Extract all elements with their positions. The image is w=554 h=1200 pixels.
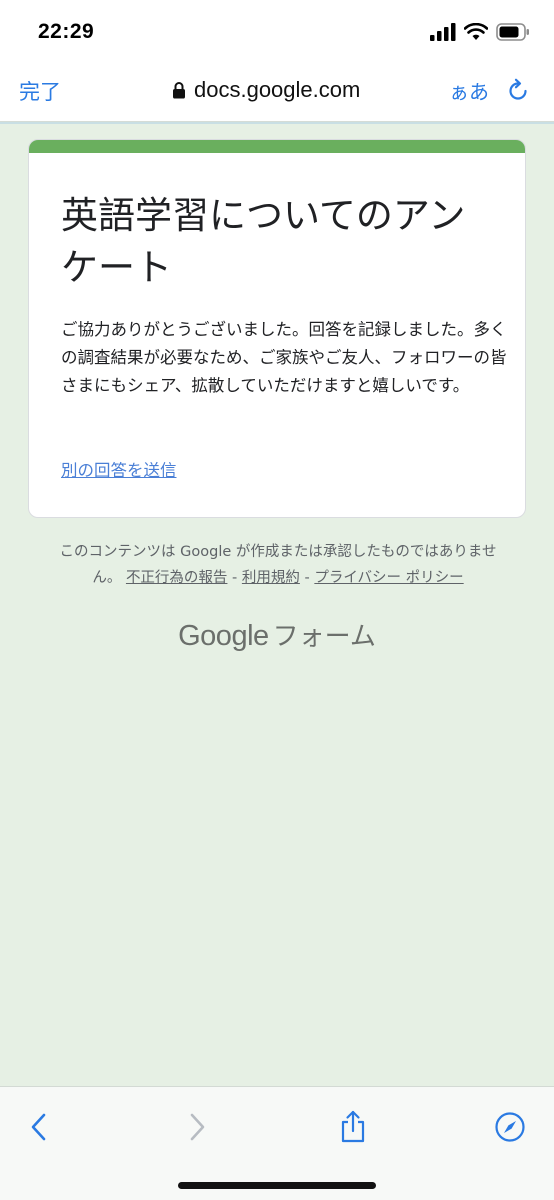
separator: - <box>232 570 238 586</box>
home-indicator <box>178 1182 376 1189</box>
separator: - <box>304 570 310 586</box>
status-icons <box>430 22 530 42</box>
confirmation-message: ご協力ありがとうございました。回答を記録しました。多くの調査結果が必要なため、ご… <box>61 320 507 395</box>
bookmarks-button[interactable] <box>492 1109 528 1145</box>
brand-google: Google <box>178 620 269 652</box>
back-icon <box>31 1113 46 1141</box>
url-text: docs.google.com <box>194 77 361 102</box>
lock-icon <box>173 82 185 99</box>
terms-link[interactable]: 利用規約 <box>242 570 300 586</box>
reload-icon <box>509 78 527 100</box>
back-button[interactable] <box>21 1109 57 1145</box>
privacy-policy-link[interactable]: プライバシー ポリシー <box>314 570 463 586</box>
battery-icon <box>496 23 529 41</box>
card-theme-bar <box>29 140 525 153</box>
done-button[interactable]: 完了 <box>19 76 61 106</box>
form-title: 英語学習についてのアンケート <box>61 194 466 289</box>
forward-icon <box>190 1113 205 1141</box>
compass-icon <box>495 1112 525 1142</box>
brand-forms: フォーム <box>272 622 376 652</box>
reload-button[interactable] <box>505 78 531 104</box>
google-forms-logo[interactable]: Google フォーム <box>0 616 554 653</box>
text-size-button[interactable]: ぁあ <box>449 76 489 105</box>
url-field[interactable]: docs.google.com <box>172 76 360 104</box>
confirmation-card: 英語学習についてのアンケート ご協力ありがとうございました。回答を記録しました。… <box>28 139 526 518</box>
status-time: 22:29 <box>38 20 95 43</box>
status-bar: 22:29 <box>0 0 554 62</box>
address-bar: 完了 docs.google.com ぁあ <box>0 62 554 122</box>
cellular-signal-icon <box>430 23 456 41</box>
forward-button[interactable] <box>179 1109 215 1145</box>
header-divider <box>0 122 554 124</box>
share-icon <box>341 1110 365 1143</box>
wifi-icon <box>464 23 488 40</box>
disclaimer: このコンテンツは Google が作成または承認したものではありません。 不正行… <box>48 539 508 591</box>
report-abuse-link[interactable]: 不正行為の報告 <box>126 570 228 586</box>
submit-another-response-link[interactable]: 別の回答を送信 <box>61 457 177 481</box>
share-button[interactable] <box>335 1109 371 1145</box>
